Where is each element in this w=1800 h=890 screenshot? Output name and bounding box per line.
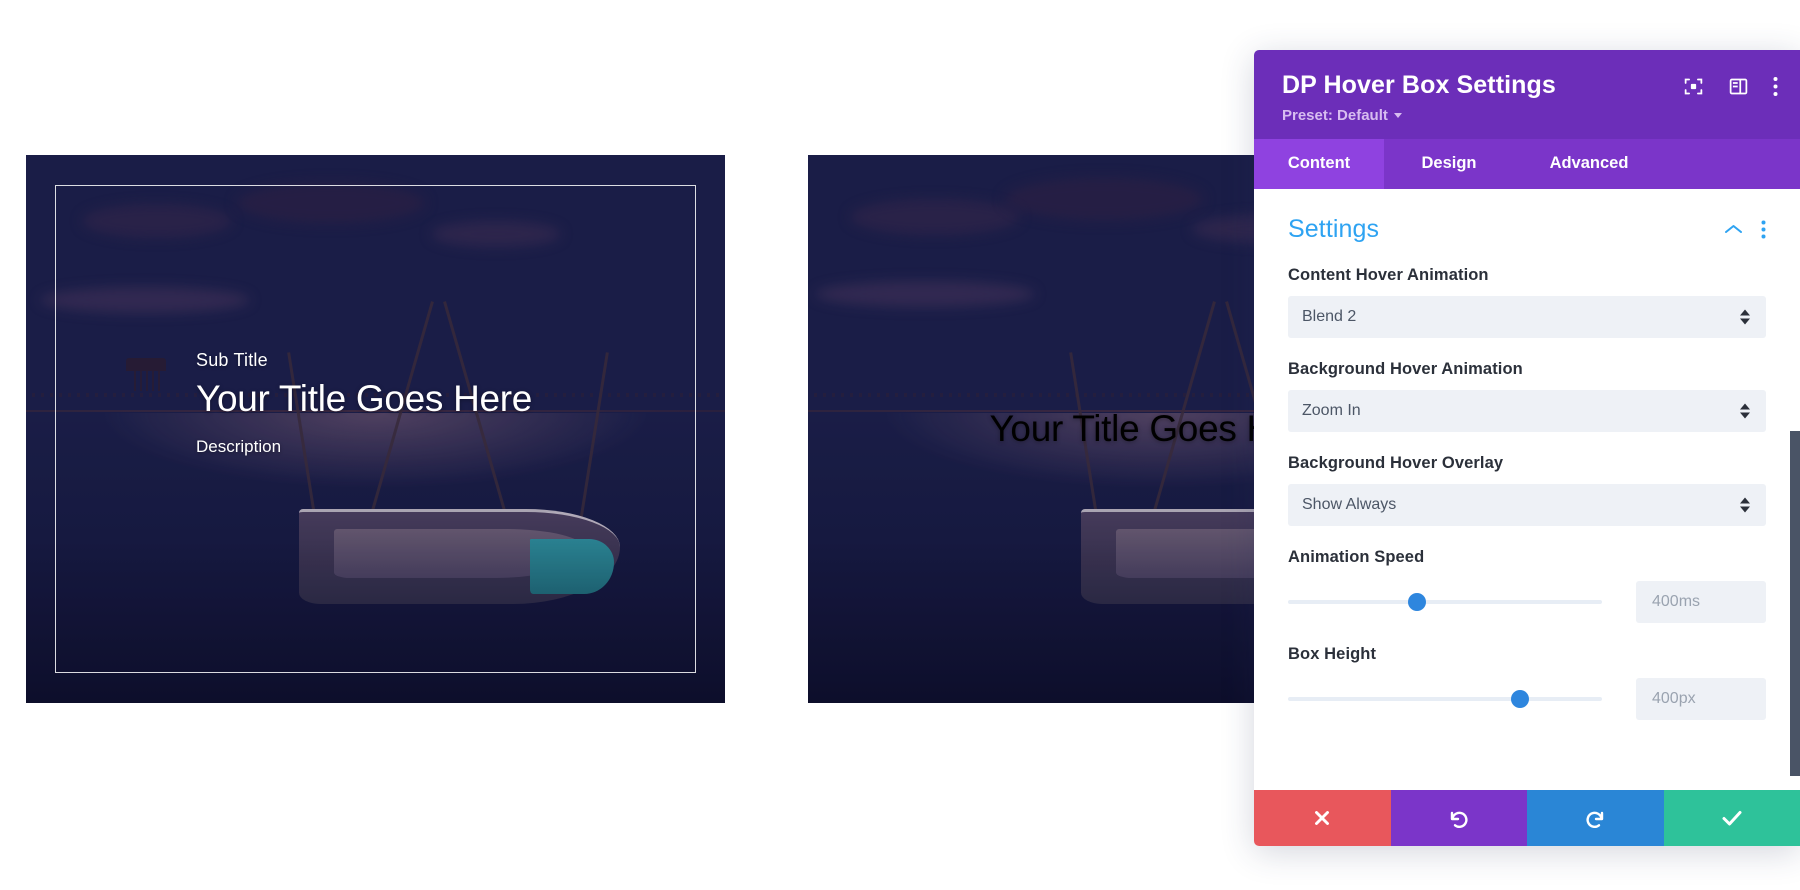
background-hover-animation-select[interactable]: Zoom In bbox=[1288, 389, 1766, 432]
save-button[interactable] bbox=[1663, 790, 1800, 846]
panel-footer bbox=[1254, 790, 1800, 846]
tab-design[interactable]: Design bbox=[1384, 139, 1514, 189]
chevron-updown-icon bbox=[1740, 309, 1750, 324]
more-vertical-icon[interactable] bbox=[1773, 76, 1778, 97]
field-label: Box Height bbox=[1288, 644, 1377, 663]
field-background-hover-animation: Background Hover Animation Zoom In bbox=[1288, 360, 1766, 432]
content-hover-animation-select[interactable]: Blend 2 bbox=[1288, 295, 1766, 338]
card-content: Sub Title Your Title Goes Here Descripti… bbox=[196, 350, 685, 457]
card-sub-title: Sub Title bbox=[196, 350, 268, 370]
slider-track bbox=[1288, 599, 1602, 604]
focus-icon[interactable] bbox=[1683, 76, 1704, 97]
field-box-height: Box Height 400px bbox=[1288, 645, 1766, 720]
settings-panel: DP Hover Box Settings Preset: Default Co… bbox=[1254, 50, 1800, 846]
screen: Sub Title Your Title Goes Here Descripti… bbox=[0, 0, 1800, 890]
panel-body: Settings Content Hover Animation Blend 2… bbox=[1254, 188, 1800, 790]
field-label: Background Hover Animation bbox=[1288, 359, 1523, 378]
chevron-updown-icon bbox=[1740, 403, 1750, 418]
field-background-hover-overlay: Background Hover Overlay Show Always bbox=[1288, 454, 1766, 526]
panel-tabs: Content Design Advanced bbox=[1254, 138, 1800, 189]
redo-button[interactable] bbox=[1527, 790, 1664, 846]
settings-section-header: Settings bbox=[1288, 215, 1766, 244]
layout-panel-icon[interactable] bbox=[1728, 76, 1749, 97]
panel-header-icons bbox=[1683, 76, 1778, 97]
slider-track bbox=[1288, 696, 1602, 701]
select-value: Show Always bbox=[1302, 495, 1397, 513]
more-vertical-icon[interactable] bbox=[1761, 220, 1766, 239]
field-label: Content Hover Animation bbox=[1288, 265, 1489, 284]
field-animation-speed: Animation Speed 400ms bbox=[1288, 548, 1766, 623]
select-value: Blend 2 bbox=[1302, 307, 1357, 325]
animation-speed-slider[interactable] bbox=[1288, 591, 1636, 613]
field-label: Background Hover Overlay bbox=[1288, 453, 1504, 472]
preset-selector[interactable]: Preset: Default bbox=[1282, 107, 1402, 124]
undo-button[interactable] bbox=[1390, 790, 1527, 846]
panel-scrollbar[interactable] bbox=[1790, 430, 1800, 776]
slider-handle[interactable] bbox=[1407, 592, 1426, 611]
box-height-value[interactable]: 400px bbox=[1636, 677, 1766, 720]
chevron-up-icon[interactable] bbox=[1724, 223, 1743, 235]
hover-box-card-1[interactable]: Sub Title Your Title Goes Here Descripti… bbox=[26, 155, 725, 703]
preset-label: Preset: Default bbox=[1282, 106, 1388, 124]
panel-header: DP Hover Box Settings Preset: Default bbox=[1254, 50, 1800, 139]
tab-advanced[interactable]: Advanced bbox=[1514, 139, 1664, 189]
card-title: Your Title Goes Here bbox=[196, 378, 533, 419]
chevron-updown-icon bbox=[1740, 497, 1750, 512]
chevron-down-icon bbox=[1393, 112, 1402, 118]
tab-content[interactable]: Content bbox=[1254, 138, 1384, 189]
card-description: Description bbox=[196, 436, 282, 456]
cancel-button[interactable] bbox=[1254, 790, 1391, 846]
slider-handle[interactable] bbox=[1511, 689, 1530, 708]
field-content-hover-animation: Content Hover Animation Blend 2 bbox=[1288, 266, 1766, 338]
background-hover-overlay-select[interactable]: Show Always bbox=[1288, 483, 1766, 526]
select-value: Zoom In bbox=[1302, 401, 1361, 419]
section-title: Settings bbox=[1288, 214, 1380, 243]
animation-speed-value[interactable]: 400ms bbox=[1636, 580, 1766, 623]
field-label: Animation Speed bbox=[1288, 547, 1425, 566]
box-height-slider[interactable] bbox=[1288, 688, 1636, 710]
